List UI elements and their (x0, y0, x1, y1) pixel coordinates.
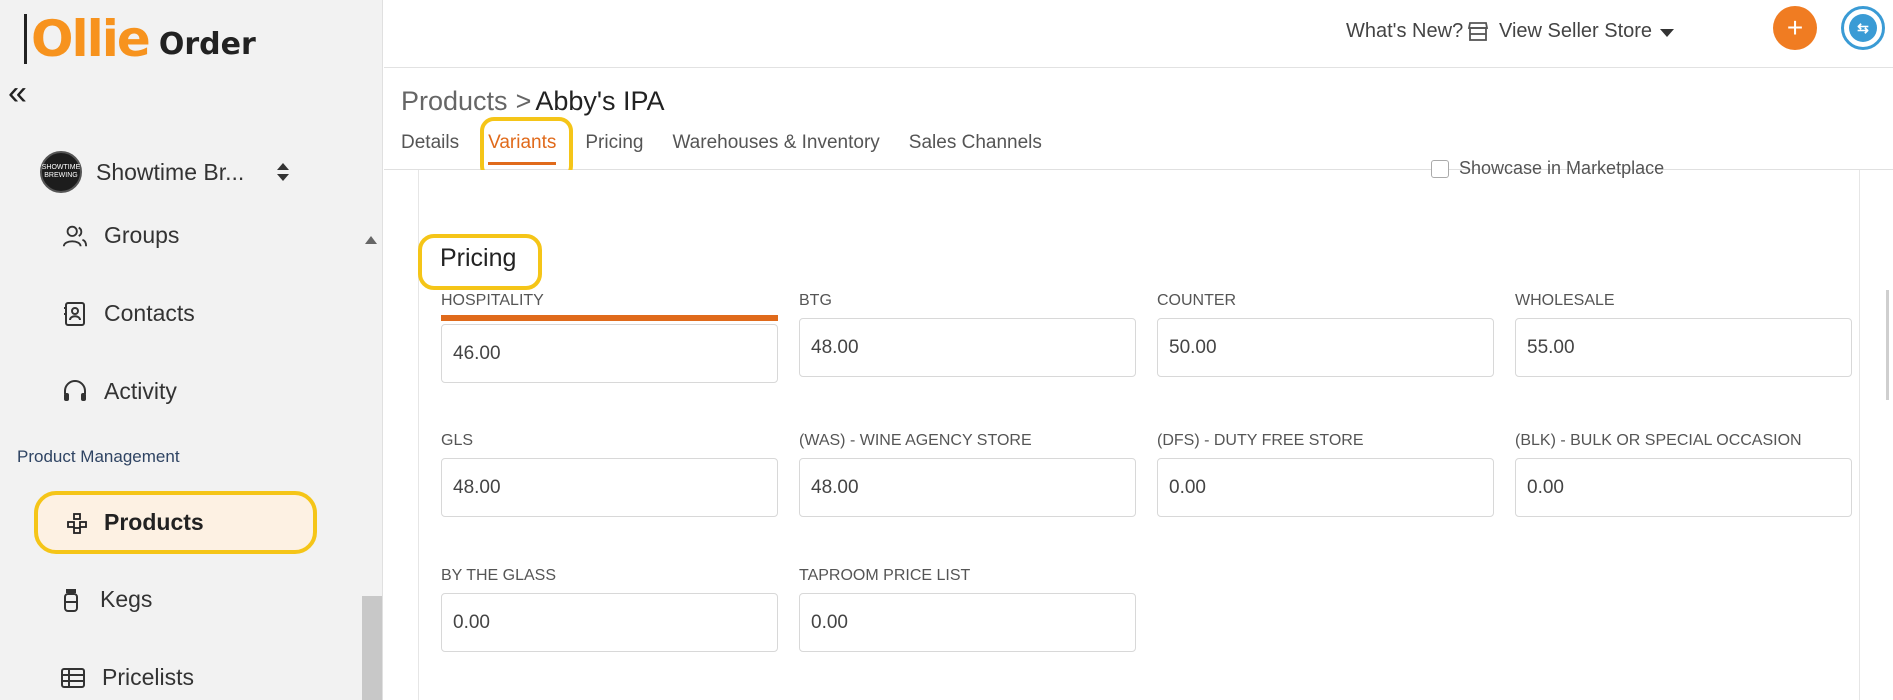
sidebar-item-label: Groups (104, 222, 180, 248)
price-field-wholesale: WHOLESALE (1515, 292, 1852, 377)
user-avatar-button[interactable]: ⇆ (1841, 6, 1885, 50)
price-field-btg: BTG (799, 292, 1136, 377)
field-label: BTG (799, 292, 832, 309)
sidebar-item-contacts[interactable]: Contacts (62, 300, 195, 327)
field-label: HOSPITALITY (441, 292, 544, 309)
top-header: What's New? View Seller Store + ⇆ (384, 0, 1893, 68)
chevron-down-icon[interactable] (1660, 29, 1674, 37)
scroll-up-arrow-icon[interactable] (365, 236, 377, 244)
organization-switcher[interactable]: SHOWTIME BREWING Showtime Br... (40, 151, 290, 193)
whats-new-link[interactable]: What's New? (1346, 20, 1463, 43)
logo-text: Order (158, 27, 256, 62)
showcase-checkbox[interactable]: Showcase in Marketplace (1431, 158, 1664, 179)
org-name: Showtime Br... (96, 158, 245, 185)
highlight-pricing-title (418, 234, 542, 290)
price-field-blk: (BLK) - BULK OR SPECIAL OCCASION (1515, 432, 1852, 517)
sidebar-item-pricelists[interactable]: Pricelists (60, 664, 194, 691)
sidebar: Ollie Order « SHOWTIME BREWING Showtime … (0, 0, 383, 700)
page-header: Products > Abby's IPA Details Variants P… (384, 68, 1893, 170)
boxes-icon (64, 510, 90, 536)
wholesale-price-input[interactable] (1515, 318, 1852, 377)
taproom-price-input[interactable] (799, 593, 1136, 652)
section-label-product-management: Product Management (17, 447, 180, 466)
price-field-gls: GLS (441, 432, 778, 517)
store-icon[interactable] (1467, 20, 1489, 47)
checkbox-box[interactable] (1431, 159, 1449, 178)
view-seller-store-link[interactable]: View Seller Store (1499, 20, 1652, 43)
field-label: BY THE GLASS (441, 567, 557, 584)
price-field-by-the-glass: BY THE GLASS (441, 567, 778, 652)
sort-updown-icon (276, 162, 290, 182)
price-field-dfs: (DFS) - DUTY FREE STORE (1157, 432, 1494, 517)
sidebar-item-label: Products (104, 509, 204, 535)
sidebar-item-groups[interactable]: Groups (62, 222, 179, 249)
field-label: WHOLESALE (1515, 292, 1615, 309)
page-title: Abby's IPA (535, 86, 665, 116)
sidebar-item-products[interactable]: Products (34, 491, 317, 554)
contacts-icon (62, 301, 88, 327)
tab-pricing[interactable]: Pricing (585, 130, 643, 154)
sidebar-item-label: Activity (104, 378, 177, 404)
field-label: COUNTER (1157, 292, 1237, 309)
table-icon (60, 665, 86, 691)
field-label: (DFS) - DUTY FREE STORE (1157, 432, 1364, 449)
btg-price-input[interactable] (799, 318, 1136, 377)
dfs-price-input[interactable] (1157, 458, 1494, 517)
counter-price-input[interactable] (1157, 318, 1494, 377)
sidebar-item-kegs[interactable]: Kegs (58, 586, 152, 613)
sidebar-item-label: Contacts (104, 300, 195, 326)
collapse-sidebar-icon[interactable]: « (8, 76, 27, 110)
showcase-label: Showcase in Marketplace (1459, 158, 1665, 178)
add-button[interactable]: + (1773, 6, 1817, 50)
tab-sales-channels[interactable]: Sales Channels (909, 130, 1042, 154)
content-scrollbar[interactable] (1886, 290, 1889, 400)
tab-warehouses-inventory[interactable]: Warehouses & Inventory (672, 130, 879, 154)
sidebar-item-activity[interactable]: Activity (62, 378, 177, 405)
tab-details[interactable]: Details (401, 130, 459, 154)
org-avatar: SHOWTIME BREWING (40, 151, 82, 193)
hospitality-price-input[interactable] (441, 324, 778, 383)
focus-underline (441, 315, 778, 321)
price-field-taproom: TAPROOM PRICE LIST (799, 567, 1136, 652)
breadcrumb-separator: > (515, 86, 532, 116)
keg-icon (58, 587, 84, 613)
field-label: TAPROOM PRICE LIST (799, 567, 971, 584)
blk-price-input[interactable] (1515, 458, 1852, 517)
headset-icon (62, 379, 88, 405)
users-icon (62, 223, 88, 249)
gls-price-input[interactable] (441, 458, 778, 517)
sidebar-scrollbar-thumb[interactable] (362, 596, 382, 700)
price-field-counter: COUNTER (1157, 292, 1494, 377)
field-label: (WAS) - WINE AGENCY STORE (799, 432, 1032, 449)
sidebar-item-label: Kegs (100, 586, 153, 612)
by-the-glass-price-input[interactable] (441, 593, 778, 652)
ollie-order-logo[interactable]: Ollie Order (24, 14, 256, 64)
breadcrumb: Products > Abby's IPA (401, 86, 665, 117)
sidebar-item-label: Pricelists (102, 664, 195, 690)
switch-account-icon: ⇆ (1849, 14, 1877, 42)
field-label: (BLK) - BULK OR SPECIAL OCCASION (1515, 432, 1802, 449)
price-field-hospitality: HOSPITALITY (441, 292, 778, 383)
field-label: GLS (441, 432, 474, 449)
price-field-was: (WAS) - WINE AGENCY STORE (799, 432, 1136, 517)
logo-mark: Ollie (24, 14, 151, 64)
breadcrumb-products-link[interactable]: Products (401, 86, 508, 117)
was-price-input[interactable] (799, 458, 1136, 517)
